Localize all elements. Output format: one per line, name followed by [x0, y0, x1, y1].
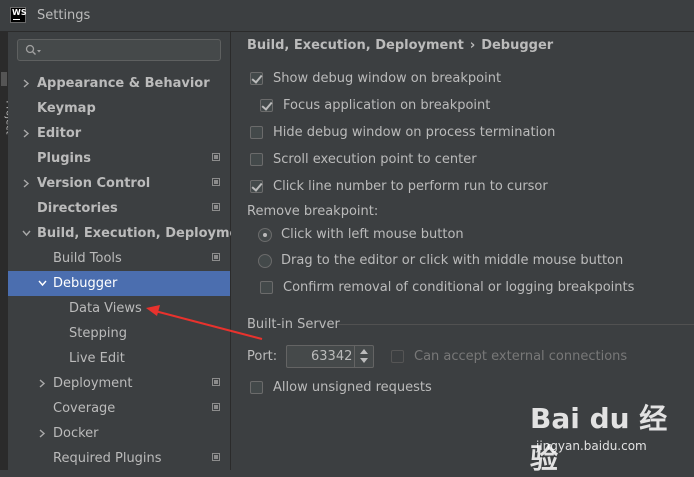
- checkbox-disabled-icon[interactable]: [391, 350, 404, 363]
- remove-breakpoint-label: Remove breakpoint:: [247, 204, 379, 219]
- sidebar-item-appearance-behavior[interactable]: Appearance & Behavior: [8, 71, 230, 96]
- breadcrumb-parent[interactable]: Build, Execution, Deployment: [247, 38, 464, 53]
- sidebar-item-stepping[interactable]: Stepping: [8, 321, 230, 346]
- sidebar-item-debugger[interactable]: Debugger: [8, 271, 230, 296]
- tool-window-button[interactable]: [1, 72, 7, 86]
- sidebar-item-label: Coverage: [53, 401, 116, 416]
- sidebar-item-docker[interactable]: Docker: [8, 421, 230, 446]
- watermark-url: jingyan.baidu.com: [536, 439, 647, 453]
- sidebar-item-version-control[interactable]: Version Control: [8, 171, 230, 196]
- sidebar-item-label: Live Edit: [69, 351, 125, 366]
- sidebar-item-coverage[interactable]: Coverage: [8, 396, 230, 421]
- settings-sidebar: Appearance & Behavior Keymap Editor Plugins…: [8, 32, 254, 471]
- sidebar-item-label: Version Control: [37, 176, 151, 191]
- chevron-right-icon[interactable]: [22, 79, 31, 88]
- left-tool-strip: Project: [0, 32, 15, 470]
- project-level-icon: [212, 453, 220, 461]
- search-input[interactable]: [17, 39, 221, 61]
- project-level-icon: [212, 403, 220, 411]
- sidebar-item-label: Debugger: [53, 276, 118, 291]
- sidebar-item-data-views[interactable]: Data Views: [8, 296, 230, 321]
- checkbox-unchecked-icon[interactable]: [250, 381, 263, 394]
- radio-selected-icon[interactable]: [258, 228, 272, 242]
- sidebar-item-label: Stepping: [69, 326, 127, 341]
- sidebar-item-build-tools[interactable]: Build Tools: [8, 246, 230, 271]
- chevron-down-icon[interactable]: [22, 229, 31, 238]
- sidebar-item-plugins[interactable]: Plugins: [8, 146, 230, 171]
- window-title: Settings: [37, 8, 91, 23]
- webstorm-logo-icon: WS: [10, 7, 27, 23]
- watermark-brand: Bai du 经验: [530, 402, 668, 475]
- checkbox-checked-icon[interactable]: [250, 72, 263, 85]
- sidebar-item-live-edit[interactable]: Live Edit: [8, 346, 230, 371]
- sidebar-item-label: Appearance & Behavior: [37, 76, 210, 91]
- checkbox-checked-icon[interactable]: [260, 99, 273, 112]
- spinner-up-icon[interactable]: [360, 349, 368, 354]
- spinner-down-icon[interactable]: [360, 358, 368, 363]
- sidebar-item-label: Editor: [37, 126, 82, 141]
- sidebar-item-keymap[interactable]: Keymap: [8, 96, 230, 121]
- sidebar-item-label: Build Tools: [53, 251, 122, 266]
- title-bar: WS Settings: [0, 0, 694, 32]
- project-level-icon: [212, 378, 220, 386]
- port-label: Port:: [247, 349, 278, 364]
- sidebar-item-label: Keymap: [37, 101, 96, 116]
- checkbox-unchecked-icon[interactable]: [250, 126, 263, 139]
- chevron-right-icon[interactable]: [22, 129, 31, 138]
- project-level-icon: [212, 178, 220, 186]
- chevron-down-icon[interactable]: [38, 279, 47, 288]
- sidebar-item-label: Data Views: [69, 301, 142, 316]
- sidebar-item-label: Deployment: [53, 376, 133, 391]
- breadcrumb: Build, Execution, Deployment › Debugger: [247, 38, 553, 53]
- sidebar-item-required-plugins[interactable]: Required Plugins: [8, 446, 230, 471]
- port-spinner-field[interactable]: 63342: [286, 345, 374, 368]
- baidu-watermark: Bai du 经验 jingyan.baidu.com: [530, 395, 690, 475]
- port-spinner-buttons[interactable]: [354, 346, 373, 367]
- group-divider: [337, 324, 694, 325]
- chevron-right-icon[interactable]: [38, 429, 47, 438]
- search-icon: [25, 44, 41, 55]
- sidebar-item-deployment[interactable]: Deployment: [8, 371, 230, 396]
- checkbox-checked-icon[interactable]: [250, 180, 263, 193]
- sidebar-item-label: Plugins: [37, 151, 91, 166]
- breadcrumb-separator: ›: [469, 38, 476, 53]
- radio-unselected-icon[interactable]: [258, 254, 272, 268]
- project-level-icon: [212, 203, 220, 211]
- sidebar-item-editor[interactable]: Editor: [8, 121, 230, 146]
- port-value[interactable]: 63342: [311, 349, 352, 364]
- breadcrumb-current: Debugger: [481, 38, 554, 53]
- chevron-right-icon[interactable]: [38, 379, 47, 388]
- project-level-icon: [212, 153, 220, 161]
- sidebar-item-label: Build, Execution, Deployment: [37, 226, 254, 241]
- sidebar-item-build-execution-deployment[interactable]: Build, Execution, Deployment: [8, 221, 254, 246]
- sidebar-item-label: Docker: [53, 426, 99, 441]
- sidebar-item-label: Required Plugins: [53, 451, 162, 466]
- sidebar-item-directories[interactable]: Directories: [8, 196, 230, 221]
- checkbox-unchecked-icon[interactable]: [250, 153, 263, 166]
- project-level-icon: [212, 253, 220, 261]
- chevron-right-icon[interactable]: [22, 179, 31, 188]
- builtin-server-group-label: Built-in Server: [247, 317, 340, 332]
- checkbox-unchecked-icon[interactable]: [260, 281, 273, 294]
- sidebar-item-label: Directories: [37, 201, 118, 216]
